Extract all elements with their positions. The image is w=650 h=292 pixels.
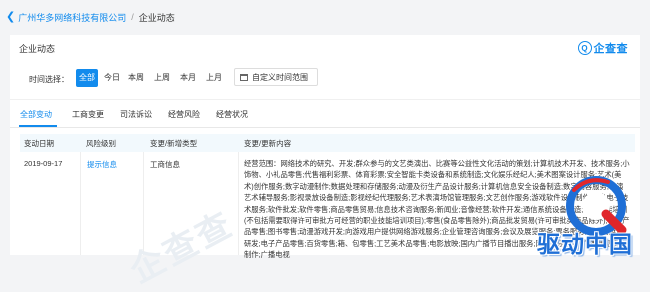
row-date: 2019-09-17 <box>24 159 63 168</box>
table-header: 变动日期 风险级别 变更/新增类型 变更/更新内容 <box>20 134 635 152</box>
column-divider <box>238 152 239 255</box>
tab-all-changes[interactable]: 全部变动 <box>20 109 52 120</box>
column-header-risk-level: 风险级别 <box>86 139 116 148</box>
breadcrumb-current: 企业动态 <box>138 12 175 23</box>
custom-date-range-button[interactable]: 自定义时间范围 <box>234 68 318 86</box>
qichacha-logo-text: 企查查 <box>593 43 628 55</box>
breadcrumb-separator: / <box>131 12 134 22</box>
row-change-type: 工商信息 <box>150 160 180 169</box>
custom-date-range-label: 自定义时间范围 <box>252 72 308 82</box>
qichacha-logo-icon: Q <box>577 41 592 55</box>
filter-option-this-month[interactable]: 本月 <box>178 69 198 87</box>
filter-option-all[interactable]: 全部 <box>76 69 98 87</box>
tab-business-changes[interactable]: 工商变更 <box>72 109 104 120</box>
active-tab-indicator <box>19 125 57 127</box>
calendar-icon <box>240 73 248 81</box>
qichacha-logo: Q 企查查 <box>577 40 629 56</box>
card-header: 企业动态 Q 企查查 <box>10 35 640 64</box>
filter-option-today[interactable]: 今日 <box>102 69 122 87</box>
filter-option-last-week[interactable]: 上周 <box>152 69 172 87</box>
filter-option-last-month[interactable]: 上月 <box>204 69 224 87</box>
filter-option-this-week[interactable]: 本周 <box>126 69 146 87</box>
row-risk-level-link[interactable]: 提示信息 <box>87 159 117 170</box>
column-header-content: 变更/更新内容 <box>244 139 292 148</box>
page-title: 企业动态 <box>19 44 56 54</box>
tab-operational-risk[interactable]: 经营风险 <box>168 109 200 120</box>
time-filter: 时间选择： 全部 今日 本周 上周 本月 上月 自定义时间范围 <box>10 63 640 99</box>
tab-operational-status[interactable]: 经营状况 <box>216 109 248 120</box>
tab-judicial-litigation[interactable]: 司法诉讼 <box>120 109 152 120</box>
column-divider <box>143 152 144 255</box>
breadcrumb-company-link[interactable]: 广州华多网络科技有限公司 <box>18 11 126 24</box>
tab-bar: 全部变动 工商变更 司法诉讼 经营风险 经营状况 <box>10 100 640 128</box>
breadcrumb: ❮ 广州华多网络科技有限公司 / 企业动态 <box>0 0 650 34</box>
column-header-change-type: 变更/新增类型 <box>150 139 198 148</box>
qichacha-watermark: 企查查 <box>124 204 241 291</box>
time-filter-label: 时间选择： <box>29 75 69 84</box>
column-header-date: 变动日期 <box>24 139 54 148</box>
back-arrow-icon[interactable]: ❮ <box>6 11 15 23</box>
column-divider <box>80 152 81 255</box>
